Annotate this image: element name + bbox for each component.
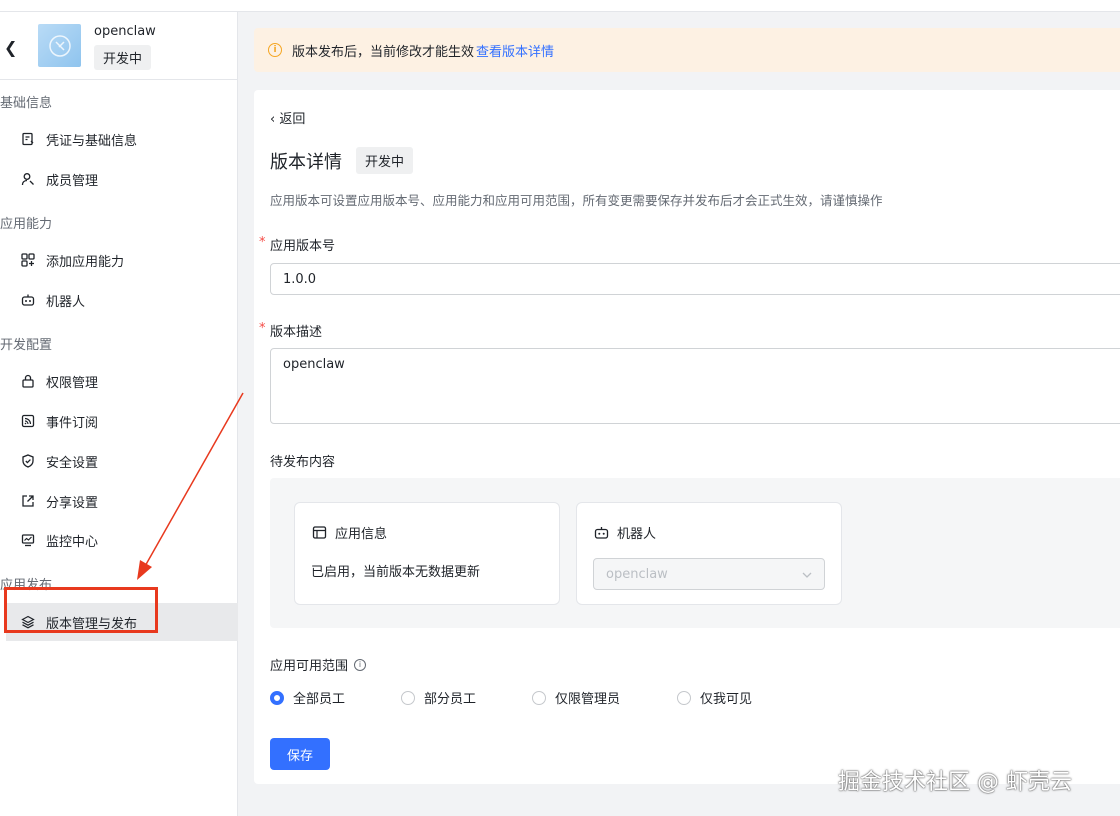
sidebar-item-label: 版本管理与发布: [46, 616, 138, 632]
version-desc-label: 版本描述: [270, 325, 323, 340]
sidebar-item-label: 机器人: [46, 294, 86, 310]
radio-label: 仅限管理员: [555, 692, 621, 707]
robot-icon: [593, 525, 609, 541]
radio-dot: [401, 690, 415, 705]
back-label: 返回: [279, 112, 306, 127]
pending-content-box: 应用信息 已启用，当前版本无数据更新 机器人 openclaw: [270, 478, 1120, 628]
scope-radio-self[interactable]: 仅我可见: [677, 688, 752, 707]
bot-title: 机器人: [617, 527, 657, 542]
app-info-body: 已启用，当前版本无数据更新: [311, 565, 481, 580]
warning-icon: i: [268, 43, 282, 57]
sidebar-item-label: 添加应用能力: [46, 254, 125, 270]
monitor-icon: [20, 532, 36, 548]
sidebar-item-label: 事件订阅: [46, 415, 99, 431]
view-version-detail-link[interactable]: 查看版本详情: [476, 41, 554, 60]
main-content: i 版本发布后，当前修改才能生效 查看版本详情 ‹ 返回 版本详情 开发中 应用…: [238, 12, 1120, 816]
lock-icon: [20, 373, 36, 389]
page-title: 版本详情: [270, 152, 342, 173]
sidebar-item-credentials[interactable]: 凭证与基础信息: [0, 120, 238, 158]
sidebar: ❮ openclaw 开发中 基础信息 凭证与基础信息 成员管理 应用能力 添加…: [0, 12, 238, 816]
radio-label: 全部员工: [293, 692, 346, 707]
scope-radio-admins[interactable]: 仅限管理员: [532, 688, 620, 707]
user-icon: [20, 171, 36, 187]
bot-card: 机器人 openclaw: [576, 502, 842, 605]
bot-select-value: openclaw: [606, 566, 668, 582]
app-status-badge: 开发中: [94, 45, 152, 70]
sidebar-item-label: 权限管理: [46, 375, 99, 391]
chevron-left-icon: ‹: [270, 112, 276, 127]
pending-content-label: 待发布内容: [270, 455, 336, 470]
info-icon[interactable]: i: [354, 658, 367, 671]
back-link[interactable]: ‹ 返回: [270, 108, 305, 127]
save-button[interactable]: 保存: [270, 738, 330, 770]
app-avatar: [38, 24, 81, 67]
document-icon: [20, 131, 36, 147]
sidebar-item-label: 安全设置: [46, 455, 99, 471]
version-desc-textarea[interactable]: openclaw: [270, 348, 1120, 424]
sidebar-item-security[interactable]: 安全设置: [0, 442, 238, 480]
app-name: openclaw: [94, 24, 156, 39]
sidebar-item-label: 成员管理: [46, 173, 99, 189]
radio-dot: [270, 690, 284, 705]
watermark: 掘金技术社区 @ 虾壳云: [838, 770, 1072, 795]
required-mark: *: [259, 235, 266, 250]
shield-icon: [20, 453, 36, 469]
version-desc-value: openclaw: [283, 357, 345, 372]
app-header: ❮ openclaw 开发中: [0, 12, 237, 80]
radio-label: 部分员工: [424, 692, 477, 707]
sidebar-item-monitor[interactable]: 监控中心: [0, 521, 238, 559]
status-badge: 开发中: [356, 147, 414, 174]
app-info-title: 应用信息: [335, 527, 388, 542]
sidebar-item-share[interactable]: 分享设置: [0, 482, 238, 520]
version-detail-card: ‹ 返回 版本详情 开发中 应用版本可设置应用版本号、应用能力和应用可用范围，所…: [254, 90, 1120, 784]
bot-header: 机器人: [593, 523, 656, 542]
sidebar-item-events[interactable]: 事件订阅: [0, 402, 238, 440]
scope-radio-all[interactable]: 全部员工: [270, 688, 345, 707]
app-info-header: 应用信息: [311, 523, 387, 542]
release-notice: i 版本发布后，当前修改才能生效 查看版本详情: [254, 28, 1120, 72]
nav-group-basic: 基础信息: [0, 96, 53, 111]
robot-icon: [20, 292, 36, 308]
page-description: 应用版本可设置应用版本号、应用能力和应用可用范围，所有变更需要保存并发布后才会正…: [270, 193, 883, 208]
apps-icon: [20, 252, 36, 268]
nav-group-dev: 开发配置: [0, 338, 53, 353]
chevron-down-icon: [802, 567, 812, 582]
radio-dot: [677, 690, 691, 705]
nav-group-release: 应用发布: [0, 578, 53, 593]
bot-select: openclaw: [593, 558, 825, 590]
app-info-card: 应用信息 已启用，当前版本无数据更新: [294, 502, 560, 605]
sidebar-item-label: 监控中心: [46, 534, 99, 550]
required-mark: *: [259, 321, 266, 336]
notice-text: 版本发布后，当前修改才能生效: [292, 44, 475, 60]
sidebar-item-add-capability[interactable]: 添加应用能力: [0, 241, 238, 279]
version-number-value: 1.0.0: [283, 271, 317, 287]
sidebar-item-label: 凭证与基础信息: [46, 133, 138, 149]
nav-group-capability: 应用能力: [0, 217, 53, 232]
radio-dot: [532, 690, 546, 705]
window-icon: [311, 525, 327, 541]
scope-label-text: 应用可用范围: [270, 659, 349, 674]
version-number-input[interactable]: 1.0.0: [270, 263, 1120, 295]
sidebar-item-bot[interactable]: 机器人: [0, 281, 238, 319]
layers-icon: [20, 614, 36, 630]
app-logo-icon: [48, 34, 71, 57]
back-chevron-icon[interactable]: ❮: [4, 38, 17, 57]
sidebar-item-label: 分享设置: [46, 495, 99, 511]
radio-label: 仅我可见: [700, 692, 753, 707]
sidebar-item-permissions[interactable]: 权限管理: [0, 362, 238, 400]
top-bar: [0, 0, 1120, 12]
sidebar-item-version-release[interactable]: 版本管理与发布: [6, 603, 238, 641]
share-icon: [20, 493, 36, 509]
sidebar-item-members[interactable]: 成员管理: [0, 160, 238, 198]
scope-label: 应用可用范围 i: [270, 655, 367, 674]
scope-radio-partial[interactable]: 部分员工: [401, 688, 476, 707]
version-number-label: 应用版本号: [270, 239, 336, 254]
rss-icon: [20, 413, 36, 429]
